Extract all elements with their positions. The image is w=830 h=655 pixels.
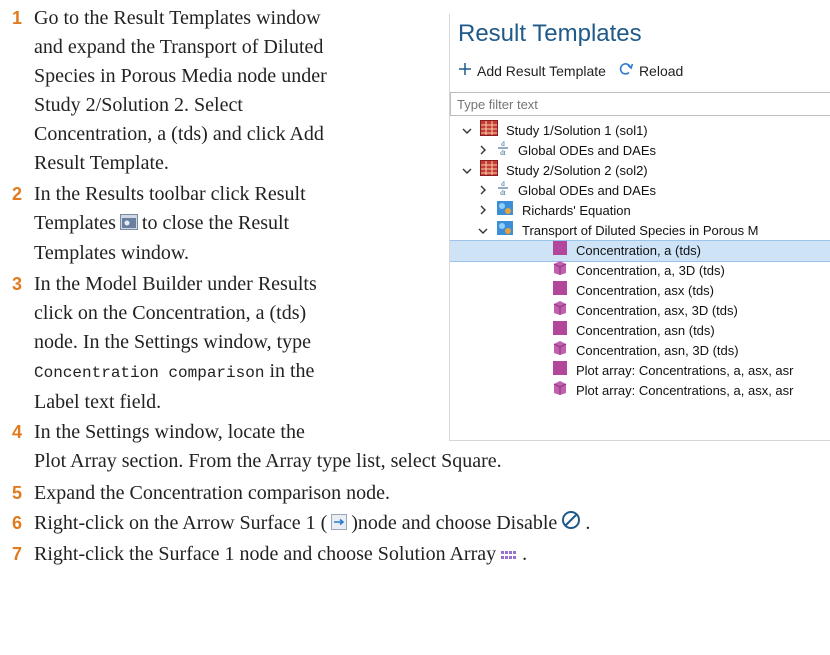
tree-item[interactable]: Concentration, asx, 3D (tds) — [552, 300, 738, 322]
step-text: and expand the Transport of Diluted — [34, 36, 324, 58]
step-text: click on the Concentration, a (tds) — [34, 302, 307, 324]
step-number: 4 — [12, 422, 23, 442]
svg-text:dt: dt — [500, 189, 506, 197]
step-text: In the Results toolbar click Result — [34, 183, 306, 205]
tree-item-label: Concentration, a, 3D (tds) — [576, 263, 725, 278]
result-templates-icon — [119, 210, 138, 239]
disable-icon — [561, 510, 581, 539]
tree-item[interactable]: d dt Global ODEs and DAEs — [476, 140, 656, 162]
step-number: 6 — [12, 513, 23, 533]
step-text: In the Model Builder under Results — [34, 273, 317, 295]
panel-toolbar: Add Result Template Reload — [458, 62, 689, 79]
step-text: Go to the Result Templates window — [34, 7, 321, 29]
tree-item[interactable]: Study 2/Solution 2 (sol2) — [460, 159, 648, 182]
tree-item-label: Plot array: Concentrations, a, asx, asr — [576, 363, 794, 378]
chevron-right-icon[interactable] — [476, 200, 490, 222]
tree-item-label: Concentration, asx (tds) — [576, 283, 715, 298]
step-text: Templates — [34, 212, 116, 234]
chevron-down-icon[interactable] — [460, 160, 474, 182]
tree-item-label: Concentration, a (tds) — [576, 243, 702, 258]
step-text: Concentration, a (tds) and click Add — [34, 123, 324, 145]
step-text: . — [522, 543, 528, 565]
step-text: Study 2/Solution 2. Select — [34, 94, 243, 116]
step-text: Result Template. — [34, 152, 169, 174]
add-result-template-button[interactable]: Add Result Template — [458, 62, 606, 79]
filter-input[interactable] — [450, 92, 830, 116]
step-3: 3 In the Model Builder under Results clic… — [12, 270, 442, 417]
svg-text:d: d — [501, 180, 505, 188]
plot3d-icon — [552, 380, 568, 403]
step-text: Expand the Concentration comparison node… — [34, 482, 391, 504]
tree-item-label: Study 1/Solution 1 (sol1) — [506, 123, 648, 138]
step-text: in the — [269, 360, 315, 382]
reload-label: Reload — [638, 62, 684, 79]
tree-item-label: Global ODEs and DAEs — [518, 143, 657, 158]
step-5: 5 Expand the Concentration comparison nod… — [12, 479, 822, 508]
result-templates-panel: Result Templates Add Result Template Rel… — [449, 14, 830, 441]
tree-item[interactable]: Concentration, a (tds) — [450, 240, 830, 262]
code-text: Concentration comparison — [34, 364, 265, 382]
step-text: Label text field. — [34, 391, 162, 413]
tree-item-label: Concentration, asn, 3D (tds) — [576, 343, 739, 358]
tree-item[interactable]: Study 1/Solution 1 (sol1) — [460, 119, 648, 142]
step-2: 2 In the Results toolbar click Result Tem… — [12, 180, 442, 268]
arrow-surface-icon — [331, 510, 348, 539]
step-6: 6 Right-click on the Arrow Surface 1 ( )no… — [12, 509, 827, 539]
tree-item[interactable]: Plot array: Concentrations, a, asx, asr — [552, 380, 793, 402]
tree-item-label: Plot array: Concentrations, a, asx, asr — [576, 383, 794, 398]
step-text: In the Settings window, locate the — [34, 421, 305, 443]
svg-text:d: d — [501, 140, 505, 148]
tree-item-label: Global ODEs and DAEs — [518, 183, 657, 198]
step-number: 1 — [12, 8, 23, 28]
tree-item[interactable]: Concentration, asx (tds) — [552, 280, 714, 302]
step-text: )node and choose Disable — [351, 512, 558, 534]
step-text: Right-click the Surface 1 node and choos… — [34, 543, 497, 565]
step-text: Templates window. — [34, 241, 190, 264]
step-text: Plot Array section. From the Array type … — [34, 450, 502, 472]
reload-button[interactable]: Reload — [618, 62, 683, 79]
step-text: node. In the Settings window, type — [34, 331, 312, 353]
panel-title: Result Templates — [458, 20, 642, 47]
tree-item-label: Concentration, asn (tds) — [576, 323, 715, 338]
step-number: 3 — [12, 274, 23, 294]
step-text: Right-click on the Arrow Surface 1 ( — [34, 512, 328, 534]
step-text: Species in Porous Media node under — [34, 65, 327, 87]
step-number: 2 — [12, 184, 23, 204]
tree-item-label: Concentration, asx, 3D (tds) — [576, 303, 738, 318]
tree-item[interactable]: Concentration, asn, 3D (tds) — [552, 340, 739, 362]
chevron-right-icon[interactable] — [476, 180, 490, 202]
tree-item-label: Richards' Equation — [522, 203, 631, 218]
tree-item-label: Study 2/Solution 2 (sol2) — [506, 163, 648, 178]
add-result-template-label: Add Result Template — [477, 62, 606, 79]
tree-item[interactable]: Plot array: Concentrations, a, asx, asr — [552, 360, 793, 382]
tree-item[interactable]: Concentration, asn (tds) — [552, 320, 715, 342]
step-text: to close the Result — [141, 212, 290, 234]
step-text: . — [585, 512, 591, 534]
reload-icon — [618, 62, 634, 79]
step-number: 5 — [12, 483, 23, 503]
tree-item[interactable]: Concentration, a, 3D (tds) — [552, 260, 725, 282]
svg-text:dt: dt — [500, 149, 506, 157]
solution-array-icon — [500, 541, 518, 570]
step-number: 7 — [12, 544, 23, 564]
step-7: 7 Right-click the Surface 1 node and choo… — [12, 540, 827, 570]
chevron-down-icon[interactable] — [460, 120, 474, 142]
tree-item[interactable]: Transport of Diluted Species in Porous M — [476, 220, 759, 242]
step-1: 1 Go to the Result Templates window and e… — [12, 4, 442, 178]
plus-icon — [458, 62, 472, 79]
chevron-down-icon[interactable] — [476, 220, 490, 242]
